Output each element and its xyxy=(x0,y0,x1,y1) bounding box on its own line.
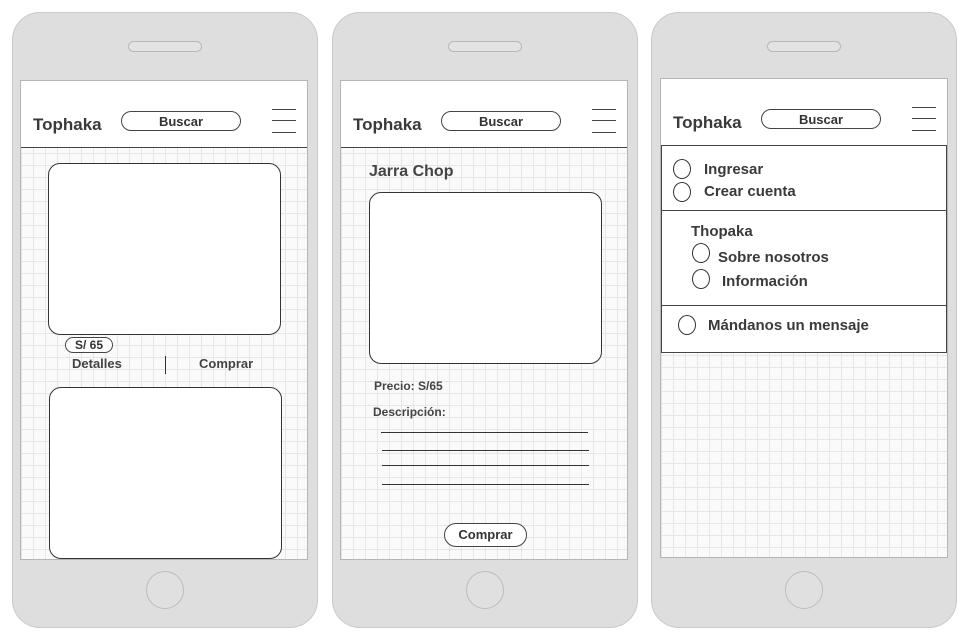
menu-item-informacion[interactable]: Información xyxy=(722,273,808,290)
phone-frame-catalog: Tophaka Buscar S/ 65 Detalles Comprar xyxy=(12,12,318,628)
menu-item-crear-cuenta[interactable]: Crear cuenta xyxy=(704,183,796,200)
screen-product: Tophaka Buscar Jarra Chop Precio: S/65 D… xyxy=(340,80,628,560)
description-line xyxy=(381,432,588,433)
product-title: Jarra Chop xyxy=(369,163,454,180)
contact-section: Mándanos un mensaje xyxy=(661,305,947,353)
about-title: Thopaka xyxy=(691,223,753,240)
menu-item-sobre-nosotros[interactable]: Sobre nosotros xyxy=(718,249,829,266)
about-section: Thopaka Sobre nosotros Información xyxy=(661,210,947,306)
sobre-nosotros-radio[interactable] xyxy=(692,243,710,263)
top-bar: Tophaka Buscar xyxy=(21,97,307,148)
status-bar xyxy=(21,81,307,98)
top-bar: Tophaka Buscar xyxy=(661,95,947,146)
phone-frame-menu: Tophaka Buscar Ingresar Crear cuenta Tho… xyxy=(651,12,957,628)
home-button[interactable] xyxy=(785,571,823,609)
brand-logo[interactable]: Tophaka xyxy=(353,115,422,135)
speaker xyxy=(128,41,202,52)
price-label: Precio: S/65 xyxy=(374,379,443,393)
ingresar-radio[interactable] xyxy=(673,159,691,179)
details-link[interactable]: Detalles xyxy=(72,356,122,371)
product-image-placeholder[interactable] xyxy=(48,163,281,335)
search-button[interactable]: Buscar xyxy=(761,109,881,129)
hamburger-menu-icon[interactable] xyxy=(272,109,296,133)
speaker xyxy=(767,41,841,52)
account-section: Ingresar Crear cuenta xyxy=(661,145,947,211)
description-label: Descripción: xyxy=(373,405,446,419)
home-button[interactable] xyxy=(466,571,504,609)
description-line xyxy=(382,450,589,451)
contact-radio[interactable] xyxy=(678,315,696,335)
speaker xyxy=(448,41,522,52)
status-bar xyxy=(661,79,947,96)
screen-catalog: Tophaka Buscar S/ 65 Detalles Comprar xyxy=(20,80,308,560)
phone-frame-product: Tophaka Buscar Jarra Chop Precio: S/65 D… xyxy=(332,12,638,628)
product-image-placeholder xyxy=(369,192,602,364)
search-button[interactable]: Buscar xyxy=(441,111,561,131)
crear-cuenta-radio[interactable] xyxy=(673,182,691,202)
home-button[interactable] xyxy=(146,571,184,609)
menu-item-ingresar[interactable]: Ingresar xyxy=(704,161,763,178)
top-bar: Tophaka Buscar xyxy=(341,97,627,148)
brand-logo[interactable]: Tophaka xyxy=(33,115,102,135)
informacion-radio[interactable] xyxy=(692,269,710,289)
screen-menu: Tophaka Buscar Ingresar Crear cuenta Tho… xyxy=(660,78,948,558)
hamburger-menu-icon[interactable] xyxy=(592,109,616,133)
product-image-placeholder[interactable] xyxy=(49,387,282,559)
hamburger-menu-icon[interactable] xyxy=(912,107,936,131)
price-badge: S/ 65 xyxy=(65,337,113,353)
menu-item-contact[interactable]: Mándanos un mensaje xyxy=(708,317,869,334)
status-bar xyxy=(341,81,627,98)
description-line xyxy=(382,465,589,466)
buy-link[interactable]: Comprar xyxy=(199,356,253,371)
brand-logo[interactable]: Tophaka xyxy=(673,113,742,133)
search-button[interactable]: Buscar xyxy=(121,111,241,131)
divider xyxy=(165,356,166,374)
buy-button[interactable]: Comprar xyxy=(444,523,527,547)
description-line xyxy=(382,484,589,485)
